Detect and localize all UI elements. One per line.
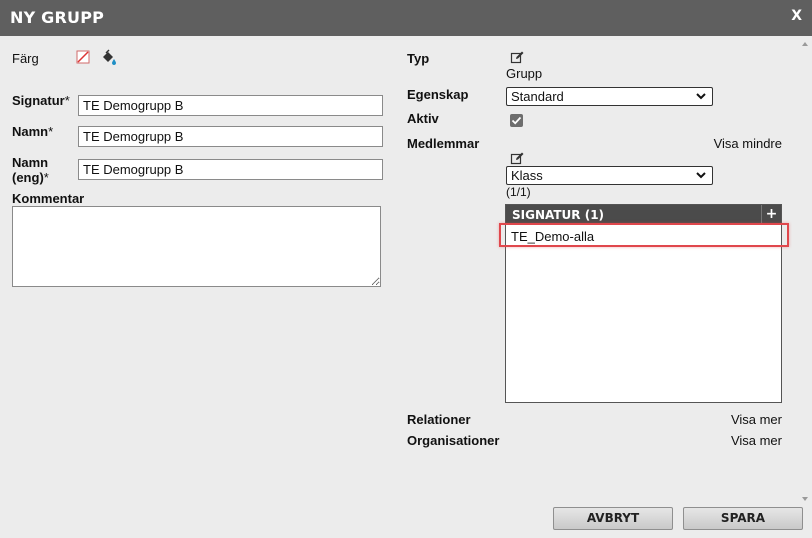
no-color-icon[interactable] bbox=[76, 50, 90, 64]
namn-label: Namn* bbox=[12, 124, 54, 139]
aktiv-label: Aktiv bbox=[407, 111, 439, 126]
color-label: Färg bbox=[12, 51, 39, 66]
egenskap-selected: Standard bbox=[511, 89, 564, 104]
namn-eng-label: Namn (eng)* bbox=[12, 155, 49, 185]
edit-icon[interactable] bbox=[510, 50, 524, 64]
typ-label: Typ bbox=[407, 51, 430, 66]
relationer-label: Relationer bbox=[407, 412, 471, 427]
dialog-title: NY GRUPP bbox=[10, 8, 105, 27]
klass-selected: Klass bbox=[511, 168, 543, 183]
typ-value: Grupp bbox=[506, 66, 543, 81]
save-button[interactable]: SPARA bbox=[683, 507, 803, 530]
visa-mindre-link[interactable]: Visa mindre bbox=[714, 136, 782, 151]
kommentar-textarea[interactable] bbox=[12, 206, 381, 287]
list-header-label[interactable]: SIGNATUR (1) bbox=[512, 208, 604, 222]
checkmark-icon bbox=[511, 116, 522, 125]
relationer-visa-mer-link[interactable]: Visa mer bbox=[731, 412, 782, 427]
signatur-input[interactable] bbox=[78, 95, 383, 116]
cancel-button[interactable]: AVBRYT bbox=[553, 507, 673, 530]
organisationer-visa-mer-link[interactable]: Visa mer bbox=[731, 433, 782, 448]
medlemmar-label: Medlemmar bbox=[407, 136, 480, 151]
egenskap-select[interactable]: Standard bbox=[506, 87, 713, 106]
signatur-label: Signatur* bbox=[12, 93, 70, 108]
chevron-down-icon bbox=[694, 168, 708, 182]
add-member-button[interactable]: + bbox=[761, 205, 781, 225]
chevron-down-icon bbox=[694, 89, 708, 103]
selection-highlight bbox=[499, 223, 789, 247]
members-list-header: SIGNATUR (1) + bbox=[506, 205, 781, 225]
scroll-up-arrow[interactable] bbox=[802, 42, 808, 46]
member-count: (1/1) bbox=[506, 185, 531, 199]
edit-icon[interactable] bbox=[510, 151, 524, 165]
aktiv-checkbox[interactable] bbox=[510, 114, 523, 127]
scroll-down-arrow[interactable] bbox=[802, 497, 808, 501]
kommentar-label: Kommentar bbox=[12, 191, 85, 206]
close-button[interactable]: X bbox=[791, 8, 802, 24]
paint-bucket-icon[interactable] bbox=[100, 49, 118, 67]
dialog-titlebar: NY GRUPP X bbox=[0, 0, 812, 36]
namn-input[interactable] bbox=[78, 126, 383, 147]
organisationer-label: Organisationer bbox=[407, 433, 500, 448]
namn-eng-input[interactable] bbox=[78, 159, 383, 180]
egenskap-label: Egenskap bbox=[407, 87, 469, 102]
klass-select[interactable]: Klass bbox=[506, 166, 713, 185]
